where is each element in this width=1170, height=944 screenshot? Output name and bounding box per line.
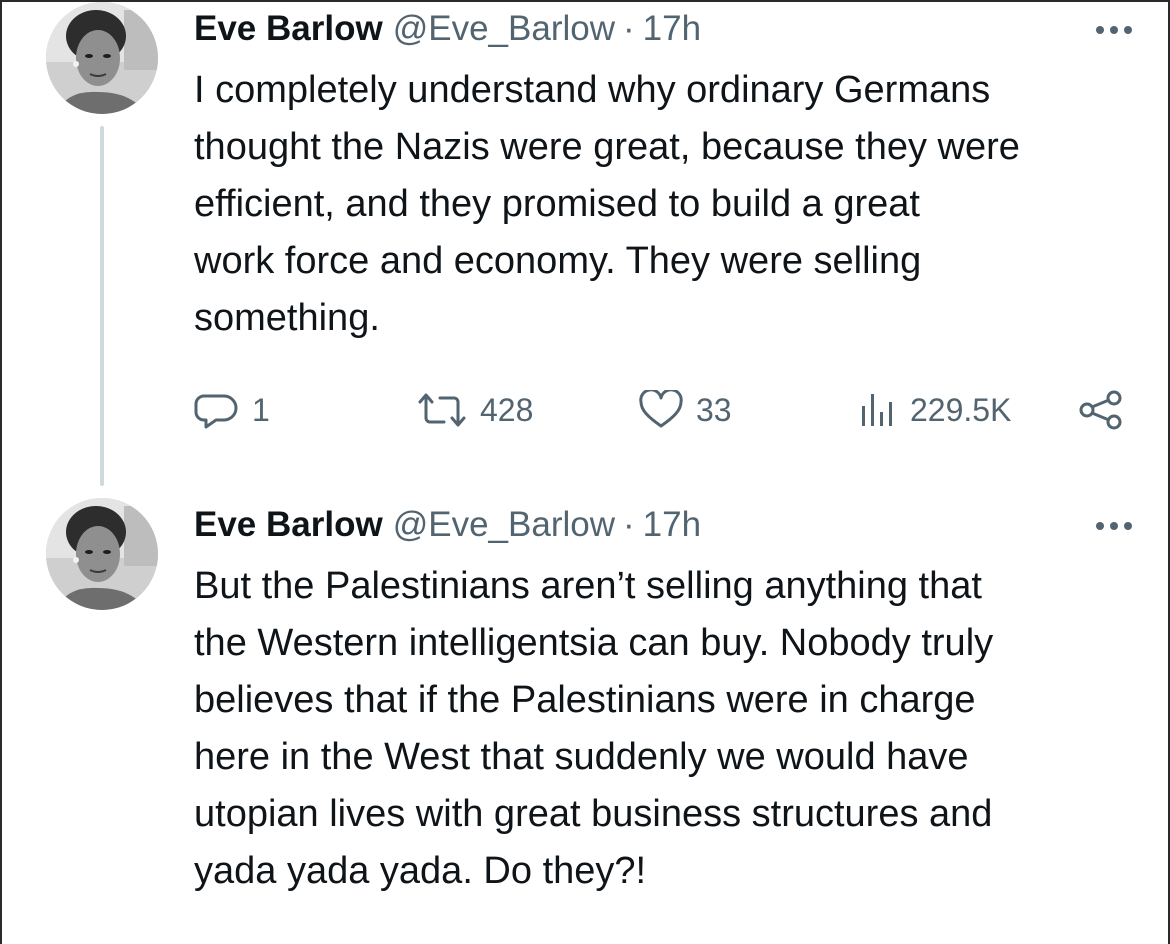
tweet-text-line: I completely understand why ordinary Ger… (194, 69, 991, 111)
author-name[interactable]: Eve Barlow (194, 505, 383, 545)
tweet-text: I completely understand why ordinary Ger… (194, 62, 1134, 347)
avatar[interactable] (46, 2, 158, 114)
views-button[interactable]: 229.5K (858, 385, 1011, 435)
tweet-text-line: work force and economy. They were sellin… (194, 240, 922, 282)
tweet-text-line: efficient, and they promised to build a … (194, 183, 920, 225)
reply-button[interactable]: 1 (194, 385, 270, 435)
tweet-text-line: the Western intelligentsia can buy. Nobo… (194, 622, 994, 664)
tweet-header: Eve Barlow @Eve_Barlow · 17h (194, 4, 701, 54)
tweet-text-line: believes that if the Palestinians were i… (194, 679, 976, 721)
timestamp[interactable]: 17h (643, 9, 701, 49)
repost-icon (418, 393, 466, 427)
more-options-button[interactable] (1092, 20, 1136, 40)
tweet-text-line: yada yada yada. Do they?! (194, 850, 647, 892)
avatar[interactable] (46, 498, 158, 610)
tweet: Eve Barlow @Eve_Barlow · 17h I completel… (0, 0, 1170, 500)
tweet-header: Eve Barlow @Eve_Barlow · 17h (194, 500, 701, 550)
like-icon (639, 390, 683, 428)
more-icon (1096, 26, 1132, 34)
more-options-button[interactable] (1092, 516, 1136, 536)
repost-count: 428 (480, 391, 534, 428)
tweet-text-line: something. (194, 297, 380, 339)
reply-count: 1 (252, 391, 270, 428)
reply-icon (194, 394, 238, 429)
tweet-actions: 1 428 33 229.5K (194, 385, 1134, 435)
views-icon (862, 394, 892, 426)
more-icon (1096, 522, 1132, 530)
avatar-image (46, 498, 158, 610)
share-button[interactable] (1078, 385, 1124, 435)
views-count: 229.5K (910, 391, 1012, 428)
author-handle[interactable]: @Eve_Barlow (393, 9, 615, 49)
tweet-text-line: thought the Nazis were great, because th… (194, 126, 1020, 168)
share-icon (1079, 390, 1122, 430)
tweet-text-line: here in the West that suddenly we would … (194, 736, 969, 778)
author-handle[interactable]: @Eve_Barlow (393, 505, 615, 545)
timestamp[interactable]: 17h (643, 505, 701, 545)
header-separator: · (623, 505, 635, 544)
avatar-image (46, 2, 158, 114)
tweet-text-line: utopian lives with great business struct… (194, 793, 993, 835)
tweet-text: But the Palestinians aren’t selling anyt… (194, 558, 1134, 900)
tweet-text-line: But the Palestinians aren’t selling anyt… (194, 565, 982, 607)
repost-button[interactable]: 428 (416, 385, 533, 435)
thread-connector-line (100, 126, 104, 486)
header-separator: · (623, 9, 635, 48)
author-name[interactable]: Eve Barlow (194, 9, 383, 49)
like-count: 33 (696, 391, 732, 428)
like-button[interactable]: 33 (638, 385, 732, 435)
